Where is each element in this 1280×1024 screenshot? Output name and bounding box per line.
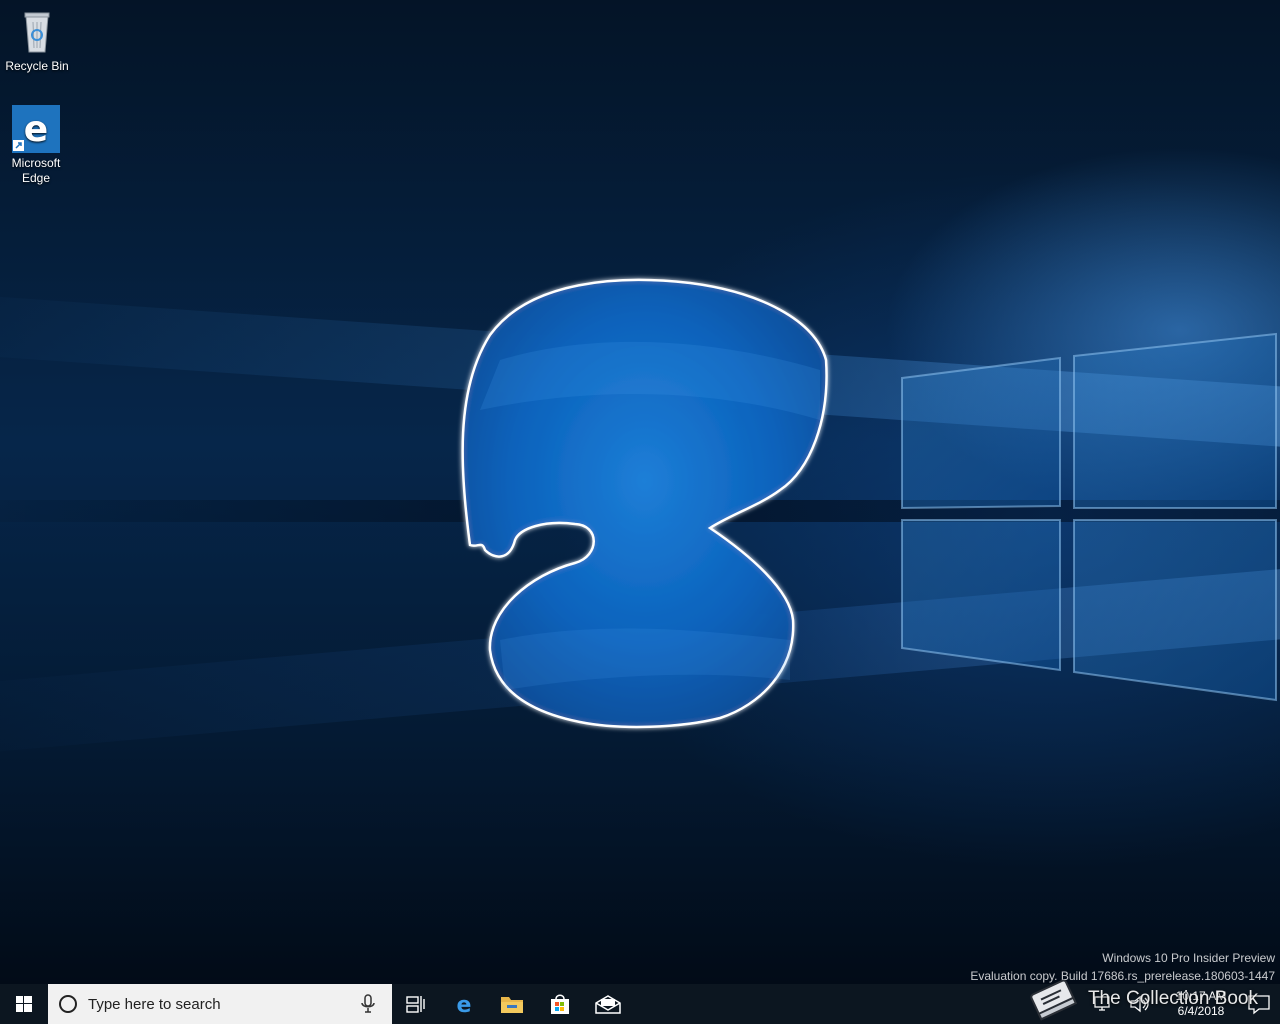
- search-input[interactable]: Type here to search: [48, 984, 392, 1024]
- desktop-icon-label: Recycle Bin: [5, 59, 69, 73]
- svg-text:e: e: [24, 109, 48, 150]
- edge-icon: e: [457, 993, 472, 1016]
- freeform-selection-outline: [461, 278, 828, 729]
- search-placeholder: Type here to search: [88, 995, 221, 1013]
- store-icon: [551, 994, 569, 1014]
- taskbar-edge-button[interactable]: e: [440, 984, 488, 1024]
- desktop[interactable]: Recycle Bin e Microsoft Edge Windows 10 …: [0, 0, 1280, 984]
- taskbar-store-button[interactable]: [536, 984, 584, 1024]
- watermark-edition: Windows 10 Pro Insider Preview: [1102, 951, 1275, 965]
- taskbar-mail-button[interactable]: [584, 984, 632, 1024]
- desktop-icon-label: Microsoft: [11, 156, 61, 170]
- desktop-icon-label: Edge: [21, 171, 51, 185]
- brand-watermark: The Collection Book: [1026, 974, 1258, 1024]
- taskbar-file-explorer-button[interactable]: [488, 984, 536, 1024]
- microphone-icon[interactable]: [356, 992, 380, 1016]
- task-view-icon: [406, 996, 425, 1013]
- brand-title: The Collection Book: [1087, 988, 1258, 1009]
- edge-icon: e: [12, 105, 60, 153]
- start-button[interactable]: [0, 984, 48, 1024]
- cortana-icon: [59, 995, 77, 1013]
- file-explorer-icon: [501, 997, 523, 1013]
- mail-icon: [595, 995, 621, 1014]
- task-view-button[interactable]: [392, 984, 440, 1024]
- recycle-bin-icon: [13, 8, 61, 56]
- book-icon: [1030, 979, 1078, 1021]
- windows-start-icon: [16, 996, 32, 1012]
- desktop-icon-microsoft-edge[interactable]: e Microsoft Edge: [0, 105, 72, 186]
- svg-text:e: e: [457, 993, 472, 1016]
- desktop-icon-recycle-bin[interactable]: Recycle Bin: [1, 8, 73, 74]
